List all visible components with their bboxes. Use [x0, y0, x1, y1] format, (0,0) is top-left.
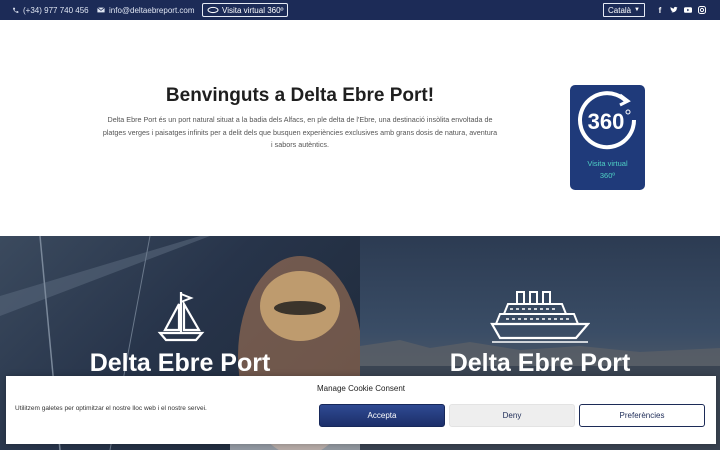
virtual-tour-label: Visita virtual 360º — [222, 5, 284, 15]
envelope-icon — [97, 7, 105, 13]
preferences-button[interactable]: Preferències — [579, 404, 705, 427]
cookie-title: Manage Cookie Consent — [316, 384, 406, 393]
phone-number: (+34) 977 740 456 — [23, 5, 89, 15]
phone-link[interactable]: (+34) 977 740 456 — [12, 0, 89, 20]
vr-360-icon — [207, 6, 219, 14]
email-link[interactable]: info@deltaebreport.com — [97, 0, 195, 20]
twitter-icon[interactable] — [670, 6, 678, 14]
intro-paragraph: Delta Ebre Port és un port natural situa… — [70, 114, 530, 152]
youtube-icon[interactable] — [684, 6, 692, 14]
language-select[interactable]: Català ▼ — [603, 3, 645, 17]
sailboat-icon — [157, 292, 205, 342]
intro-line: platges verges i paisatges infinits per … — [102, 127, 498, 137]
chevron-down-icon: ▼ — [634, 7, 640, 13]
social-links: f — [656, 0, 706, 20]
panel-title: Delta Ebre Port — [89, 349, 271, 377]
cookie-text: Utilitzem galetes per optimitzar el nost… — [15, 405, 207, 412]
facebook-icon[interactable]: f — [656, 6, 664, 15]
language-label: Català — [608, 5, 632, 15]
panel-title: Delta Ebre Port — [449, 349, 631, 377]
virtual-tour-card-label: Visita virtual 360º — [570, 158, 645, 182]
360-badge-icon: 360 — [578, 91, 637, 150]
virtual-tour-button[interactable]: Visita virtual 360º — [202, 3, 289, 17]
email-address: info@deltaebreport.com — [109, 5, 195, 15]
phone-icon — [13, 7, 19, 13]
virtual-tour-card-line: Visita virtual — [587, 159, 628, 168]
intro-line: i sabors autèntics. — [271, 140, 329, 149]
ship-icon — [490, 291, 590, 343]
top-bar: (+34) 977 740 456 info@deltaebreport.com… — [0, 0, 720, 20]
virtual-tour-card-line: 360º — [599, 171, 616, 180]
page-title: Benvinguts a Delta Ebre Port! — [165, 85, 435, 106]
virtual-tour-card[interactable]: 360 Visita virtual 360º — [570, 85, 645, 190]
cookie-consent-banner: Manage Cookie Consent Utilitzem galetes … — [6, 376, 716, 444]
instagram-icon[interactable] — [698, 6, 706, 14]
deny-button[interactable]: Deny — [449, 404, 575, 427]
intro-line: Delta Ebre Port és un port natural situa… — [107, 115, 493, 124]
360-badge-text: 360 — [588, 109, 625, 134]
accept-button[interactable]: Accepta — [319, 404, 445, 427]
